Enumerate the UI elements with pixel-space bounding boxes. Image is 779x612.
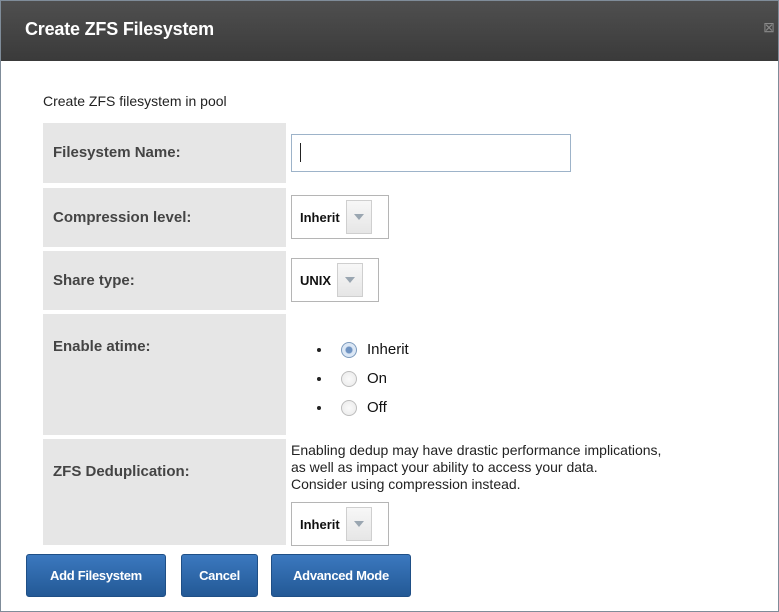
chevron-down-icon[interactable] [345, 507, 372, 541]
dedup-warning-line: Consider using compression instead. [291, 476, 521, 492]
dedup-select[interactable]: Inherit [291, 502, 389, 546]
filesystem-name-input[interactable] [291, 134, 571, 172]
atime-radio-group: Inherit On Off [317, 335, 409, 422]
compression-level-value: Inherit [300, 209, 340, 225]
atime-option-label: Off [367, 399, 387, 416]
text-caret [300, 143, 301, 162]
dedup-warning-line: as well as impact your ability to access… [291, 459, 598, 475]
atime-option-label: On [367, 370, 388, 387]
bullet [317, 376, 321, 381]
bullet [317, 347, 321, 352]
zfs-dedup-label: ZFS Deduplication: [43, 439, 286, 545]
dedup-value: Inherit [300, 516, 340, 532]
dialog-titlebar: Create ZFS Filesystem ⊠ [1, 1, 778, 61]
dialog-title: Create ZFS Filesystem [25, 19, 214, 39]
cancel-button[interactable]: Cancel [181, 554, 258, 597]
compression-level-select[interactable]: Inherit [291, 195, 389, 239]
share-type-value: UNIX [300, 272, 332, 288]
bullet [317, 405, 321, 410]
compression-level-label: Compression level: [43, 188, 286, 247]
radio-button[interactable] [341, 370, 357, 387]
add-filesystem-button[interactable]: Add Filesystem [26, 554, 166, 597]
share-type-select[interactable]: UNIX [291, 258, 379, 302]
share-type-label: Share type: [43, 251, 286, 310]
chevron-down-icon[interactable] [337, 263, 364, 297]
dedup-warning: Enabling dedup may have drastic performa… [291, 442, 778, 493]
dedup-warning-line: Enabling dedup may have drastic performa… [291, 442, 662, 458]
atime-option-on[interactable]: On [317, 364, 409, 393]
filesystem-name-label: Filesystem Name: [43, 123, 286, 183]
atime-option-label: Inherit [367, 341, 409, 358]
create-zfs-dialog: Create ZFS Filesystem ⊠ Create ZFS files… [0, 0, 779, 612]
enable-atime-label: Enable atime: [43, 314, 286, 435]
atime-option-inherit[interactable]: Inherit [317, 335, 409, 364]
radio-button[interactable] [341, 341, 357, 358]
atime-option-off[interactable]: Off [317, 393, 409, 422]
chevron-down-icon[interactable] [345, 200, 372, 234]
form-intro: Create ZFS filesystem in pool [43, 93, 227, 109]
close-icon[interactable]: ⊠ [762, 19, 776, 35]
advanced-mode-button[interactable]: Advanced Mode [271, 554, 411, 597]
radio-button[interactable] [341, 399, 357, 416]
